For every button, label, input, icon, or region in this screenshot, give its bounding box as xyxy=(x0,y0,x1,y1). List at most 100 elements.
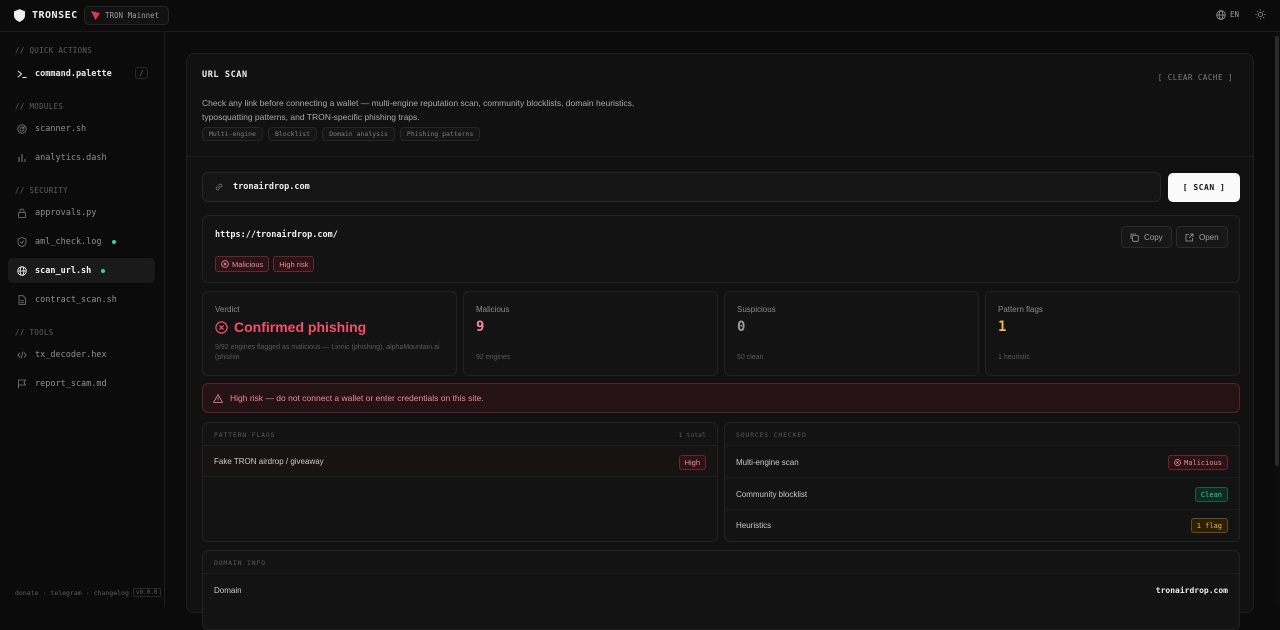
panel-count: 1 total xyxy=(678,431,706,439)
sun-icon[interactable] xyxy=(1255,9,1266,20)
scanned-url-panel: https://tronairdrop.com/ Malicious High … xyxy=(202,215,1240,283)
pattern-flags-label: Pattern flags xyxy=(998,305,1043,314)
top-bar: TRONSEC TRON Mainnet EN xyxy=(0,0,1280,32)
x-circle-icon xyxy=(221,260,229,268)
sources-checked-panel: SOURCES CHECKED Multi-engine scan Malici… xyxy=(724,422,1240,542)
url-input[interactable]: tronairdrop.com xyxy=(202,172,1161,202)
open-button[interactable]: Open xyxy=(1176,226,1228,248)
sidebar-item-contract-scan[interactable]: contract_scan.sh xyxy=(8,287,155,312)
scanned-url: https://tronairdrop.com/ xyxy=(215,230,338,240)
sidebar-item-label: contract_scan.sh xyxy=(35,294,117,305)
list-item: Heuristics 1 flag xyxy=(725,510,1239,541)
telegram-link[interactable]: telegram xyxy=(50,589,81,597)
separator: · xyxy=(85,588,90,597)
domain-label: Domain xyxy=(214,586,242,595)
sidebar-item-approvals[interactable]: approvals.py xyxy=(8,200,155,225)
sidebar-item-label: analytics.dash xyxy=(35,152,107,163)
tag: Blocklist xyxy=(267,127,318,141)
sidebar-item-aml-check[interactable]: aml_check.log xyxy=(8,229,155,254)
verdict-row: Confirmed phishing xyxy=(215,319,366,335)
suspicious-card: Suspicious 0 50 clean xyxy=(724,291,979,376)
network-selector[interactable]: TRON Mainnet xyxy=(84,6,170,25)
terminal-prompt-icon xyxy=(17,70,27,78)
x-circle-icon xyxy=(215,320,228,334)
section-label-quick-actions: // QUICK ACTIONS xyxy=(15,46,93,55)
status-badge: 1 flag xyxy=(1190,518,1228,533)
scrollbar-thumb[interactable] xyxy=(1275,36,1279,466)
sidebar: // QUICK ACTIONS command.palette / // MO… xyxy=(0,32,165,606)
sidebar-item-analytics[interactable]: analytics.dash xyxy=(8,145,155,170)
list-item: Community blocklist Clean xyxy=(725,479,1239,510)
status-dot xyxy=(111,239,116,244)
sidebar-item-label: report_scam.md xyxy=(35,378,107,389)
brand[interactable]: TRONSEC xyxy=(14,9,78,22)
malicious-card: Malicious 9 92 engines xyxy=(463,291,718,376)
domain-info-panel: DOMAIN INFO Domain tronairdrop.com xyxy=(202,550,1240,630)
panel-title: DOMAIN INFO xyxy=(214,559,266,567)
sidebar-item-label: scanner.sh xyxy=(35,123,87,134)
section-label-modules: // MODULES xyxy=(15,102,64,111)
page-title: URL SCAN xyxy=(202,70,248,80)
clear-cache-button[interactable]: [ CLEAR CACHE ] xyxy=(1158,73,1233,82)
pattern-flags-card: Pattern flags 1 1 heuristic xyxy=(985,291,1240,376)
divider xyxy=(187,156,1253,157)
sidebar-item-label: tx_decoder.hex xyxy=(35,349,107,360)
globe-icon xyxy=(1216,9,1226,20)
sidebar-item-report-scam[interactable]: report_scam.md xyxy=(8,371,155,396)
version-badge: v0.0.0 xyxy=(132,588,161,597)
network-label: TRON Mainnet xyxy=(105,11,160,20)
status-badge: Malicious xyxy=(1168,455,1228,470)
domain-value: tronairdrop.com xyxy=(1155,586,1228,595)
changelog-link[interactable]: changelog xyxy=(94,589,129,597)
url-input-value[interactable]: tronairdrop.com xyxy=(233,182,310,192)
list-item: Multi-engine scan Malicious xyxy=(725,447,1239,478)
risk-alert: High risk — do not connect a wallet or e… xyxy=(202,383,1240,413)
copy-label: Copy xyxy=(1144,232,1163,242)
tag: Domain analysis xyxy=(322,127,395,141)
malicious-badge-label: Malicious xyxy=(232,259,264,269)
suspicious-count: 0 xyxy=(737,319,746,335)
donate-link[interactable]: donate xyxy=(15,589,38,597)
brand-name: TRONSEC xyxy=(32,10,78,21)
separator: · xyxy=(42,588,47,597)
scan-button[interactable]: [ SCAN ] xyxy=(1168,173,1240,202)
tron-logo-icon xyxy=(91,11,100,20)
malicious-count: 9 xyxy=(476,319,485,335)
panel-title: SOURCES CHECKED xyxy=(736,431,807,439)
warning-triangle-icon xyxy=(213,393,223,403)
file-icon xyxy=(18,294,26,305)
scrollbar[interactable] xyxy=(1274,32,1280,606)
status-label: Malicious xyxy=(1184,458,1222,467)
bar-chart-icon xyxy=(18,153,26,162)
verdict-value: Confirmed phishing xyxy=(234,319,367,335)
pattern-flags-count: 1 xyxy=(998,319,1007,335)
status-dot xyxy=(101,268,106,273)
open-label: Open xyxy=(1199,232,1219,242)
sidebar-item-label: scan_url.sh xyxy=(35,265,92,276)
copy-button[interactable]: Copy xyxy=(1121,226,1172,248)
malicious-label: Malicious xyxy=(476,305,510,314)
sidebar-item-tx-decoder[interactable]: tx_decoder.hex xyxy=(8,342,155,367)
pattern-flags-sub: 1 heuristic xyxy=(998,354,1030,361)
suspicious-sub: 50 clean xyxy=(737,354,764,361)
x-circle-icon xyxy=(1174,459,1181,466)
list-item[interactable]: Fake TRON airdrop / giveaway High xyxy=(203,447,717,477)
sidebar-item-scanner[interactable]: scanner.sh xyxy=(8,116,155,141)
high-risk-badge: High risk xyxy=(273,256,315,272)
command-palette-button[interactable]: command.palette / xyxy=(8,61,155,86)
language-label: EN xyxy=(1229,10,1239,19)
sidebar-item-scan-url[interactable]: scan_url.sh xyxy=(8,258,155,283)
feature-tags: Multi-engine Blocklist Domain analysis P… xyxy=(202,127,481,141)
section-label-tools: // TOOLS xyxy=(15,328,54,337)
panel-title: PATTERN FLAGS xyxy=(214,431,276,439)
severity-badge: High xyxy=(678,455,706,470)
language-selector[interactable]: EN xyxy=(1216,9,1239,20)
verdict-label: Verdict xyxy=(215,305,240,314)
globe-icon xyxy=(17,265,27,276)
source-name: Multi-engine scan xyxy=(736,458,799,467)
source-name: Community blocklist xyxy=(736,490,808,499)
malicious-sub: 92 engines xyxy=(476,354,511,361)
copy-icon xyxy=(1130,233,1139,242)
command-palette-label: command.palette xyxy=(35,68,112,79)
suspicious-label: Suspicious xyxy=(737,305,776,314)
